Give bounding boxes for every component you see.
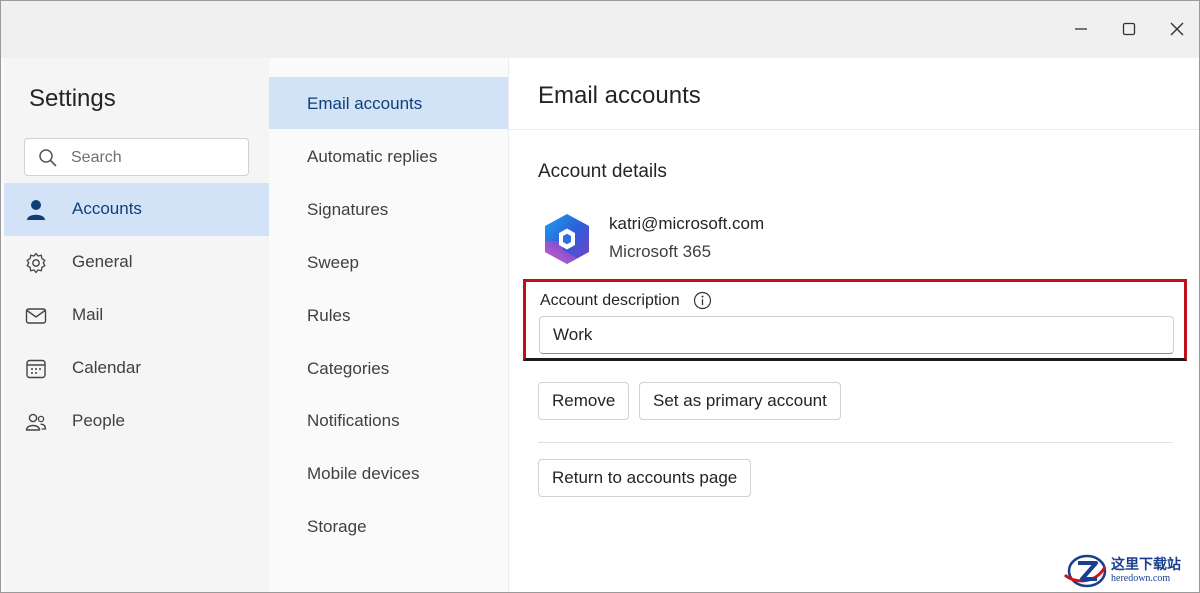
- subnav-automatic-replies[interactable]: Automatic replies: [269, 130, 508, 182]
- account-type: Microsoft 365: [609, 242, 712, 261]
- account-description-input[interactable]: [539, 316, 1174, 354]
- account-description-group: Account description: [523, 279, 1187, 361]
- page-title: Email accounts: [538, 82, 701, 109]
- title-bar: [1, 1, 1199, 58]
- nav-item-general[interactable]: General: [4, 236, 269, 289]
- settings-nav: Settings Accounts General: [4, 58, 269, 592]
- subnav-label: Notifications: [307, 411, 400, 430]
- people-icon: [25, 413, 47, 431]
- search-box[interactable]: [24, 138, 249, 176]
- maximize-icon: [1122, 22, 1136, 36]
- minimize-button[interactable]: [1063, 11, 1099, 47]
- watermark: 这里下载站 heredown.com: [1063, 552, 1197, 590]
- calendar-icon: [26, 359, 46, 379]
- subnav-categories[interactable]: Categories: [269, 342, 508, 394]
- mail-icon: [25, 308, 47, 324]
- subnav-label: Email accounts: [307, 94, 423, 113]
- subnav-label: Sweep: [307, 253, 359, 272]
- set-primary-account-button[interactable]: Set as primary account: [639, 382, 841, 420]
- nav-item-calendar[interactable]: Calendar: [4, 342, 269, 395]
- subnav-rules[interactable]: Rules: [269, 289, 508, 341]
- accounts-subnav: Email accounts Automatic replies Signatu…: [269, 58, 509, 592]
- close-icon: [1170, 22, 1184, 36]
- watermark-text-cn: 这里下载站: [1111, 557, 1181, 573]
- nav-item-label: Calendar: [72, 358, 141, 377]
- section-title: Account details: [538, 161, 667, 182]
- subnav-label: Categories: [307, 359, 390, 378]
- watermark-logo-icon: [1063, 554, 1107, 588]
- maximize-button[interactable]: [1111, 11, 1147, 47]
- subnav-email-accounts[interactable]: Email accounts: [269, 77, 508, 129]
- watermark-text-en: heredown.com: [1111, 573, 1171, 584]
- nav-item-accounts[interactable]: Accounts: [4, 183, 269, 236]
- subnav-label: Signatures: [307, 200, 389, 219]
- subnav-signatures[interactable]: Signatures: [269, 183, 508, 235]
- minimize-icon: [1075, 28, 1087, 30]
- nav-item-label: Accounts: [72, 199, 142, 218]
- search-input[interactable]: [71, 145, 241, 171]
- header-divider: [509, 129, 1199, 130]
- gear-icon: [26, 252, 46, 274]
- subnav-sweep[interactable]: Sweep: [269, 236, 508, 288]
- nav-item-people[interactable]: People: [4, 395, 269, 448]
- button-divider: [538, 442, 1173, 443]
- subnav-label: Automatic replies: [307, 147, 438, 166]
- return-to-accounts-button[interactable]: Return to accounts page: [538, 459, 752, 497]
- person-icon: [27, 200, 45, 220]
- search-icon: [39, 149, 57, 167]
- microsoft-365-logo: [545, 214, 589, 264]
- subnav-storage[interactable]: Storage: [269, 500, 508, 552]
- account-email: katri@microsoft.com: [609, 214, 765, 233]
- subnav-label: Rules: [307, 306, 351, 325]
- info-icon[interactable]: [693, 291, 712, 310]
- remove-button[interactable]: Remove: [538, 382, 630, 420]
- nav-item-label: General: [72, 252, 133, 271]
- subnav-label: Storage: [307, 517, 367, 536]
- nav-item-label: Mail: [72, 305, 104, 324]
- email-accounts-pane: Email accounts Account details katri@mic…: [509, 58, 1199, 592]
- account-description-label: Account description: [540, 292, 680, 309]
- settings-window: Settings Accounts General: [0, 0, 1200, 593]
- subnav-notifications[interactable]: Notifications: [269, 394, 508, 446]
- nav-item-label: People: [72, 411, 125, 430]
- close-button[interactable]: [1159, 11, 1195, 47]
- subnav-label: Mobile devices: [307, 464, 420, 483]
- nav-item-mail[interactable]: Mail: [4, 289, 269, 342]
- settings-title: Settings: [29, 85, 116, 112]
- subnav-mobile-devices[interactable]: Mobile devices: [269, 447, 508, 499]
